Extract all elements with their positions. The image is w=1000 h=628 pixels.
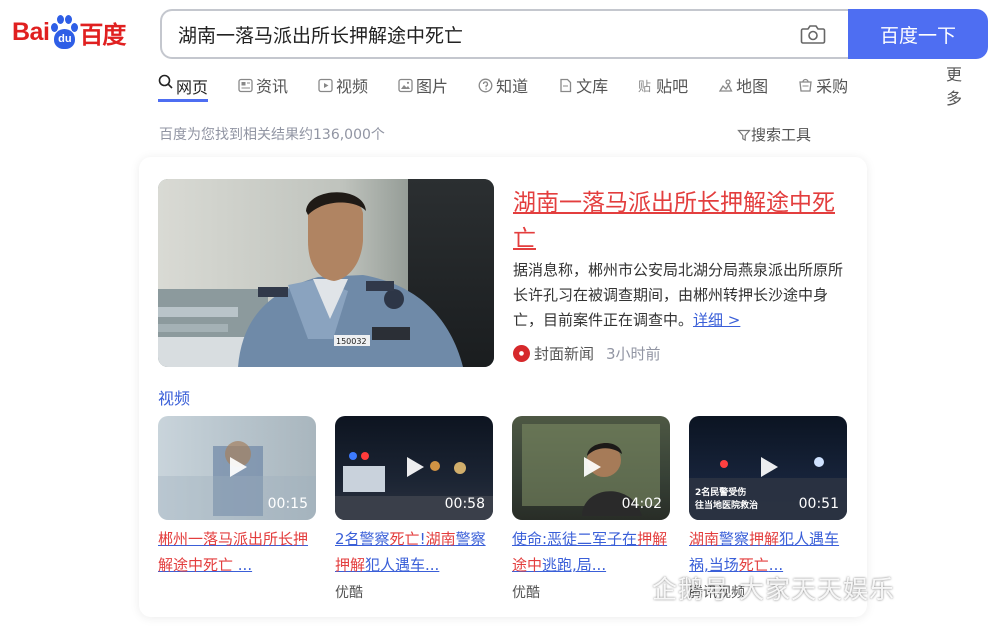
tab-label: 视频 (336, 77, 369, 96)
map-icon (718, 78, 733, 92)
result-count: 百度为您找到相关结果约136,000个 (159, 127, 385, 143)
source-logo-icon: ● (513, 345, 530, 362)
penguin-icon (618, 571, 644, 603)
video-title-link[interactable]: 郴州一落马派出所长押解途中死亡 ... (158, 526, 316, 578)
cart-icon (799, 78, 812, 92)
news-summary-text: 据消息称，郴州市公安局北湖分局燕泉派出所原所长许孔习在被调查期间，由郴州转押长沙… (513, 261, 844, 329)
tab-label: 知道 (496, 77, 529, 96)
video-icon (318, 78, 333, 92)
tab-label: 地图 (736, 77, 769, 96)
video-thumbnail[interactable]: 00:15 (158, 416, 316, 520)
search-icon (158, 74, 173, 89)
tab-image[interactable]: 图片 (398, 72, 448, 98)
news-title-link[interactable]: 湖南一落马派出所长押解途中死亡 (513, 185, 843, 257)
news-more-link[interactable]: 详细 > (693, 311, 740, 329)
svg-text:往当地医院救治: 往当地医院救治 (695, 499, 758, 511)
play-icon (407, 457, 424, 477)
tab-label: 采购 (816, 77, 849, 96)
video-item[interactable]: 00:58 2名警察死亡!湖南警察押解犯人遇车... 优酷 (335, 416, 493, 602)
play-icon (761, 457, 778, 477)
logo-latin-text: Bai (12, 17, 50, 46)
video-thumbnail[interactable]: 2名民警受伤 往当地医院救治 00:51 (689, 416, 847, 520)
video-item[interactable]: 00:15 郴州一落马派出所长押解途中死亡 ... (158, 416, 316, 578)
search-tools-button[interactable]: 搜索工具 (737, 124, 811, 145)
video-thumbnail[interactable]: 04:02 (512, 416, 670, 520)
tab-caigou[interactable]: 采购 (798, 72, 848, 98)
play-icon (584, 457, 601, 477)
video-section-heading[interactable]: 视频 (158, 385, 190, 409)
result-card: 150032 湖南一落马派出所长押解途中死亡 据消息称，郴州市公安局北湖分局燕泉… (139, 157, 867, 617)
video-duration: 00:58 (444, 496, 485, 512)
tab-video[interactable]: 视频 (318, 72, 368, 98)
news-source-name[interactable]: 封面新闻 (534, 343, 594, 364)
tab-tieba[interactable]: 贴 贴吧 (638, 72, 688, 98)
play-icon (230, 457, 247, 477)
tab-news[interactable]: 资讯 (238, 72, 288, 98)
tab-zhidao[interactable]: 知道 (478, 72, 528, 98)
tab-map[interactable]: 地图 (718, 72, 768, 98)
document-icon (560, 78, 572, 92)
svg-text:贴: 贴 (638, 80, 651, 93)
camera-icon[interactable] (800, 23, 826, 45)
tab-label: 网页 (176, 78, 209, 97)
news-image[interactable]: 150032 (158, 179, 494, 367)
svg-text:2名民警受伤: 2名民警受伤 (695, 486, 746, 498)
search-button[interactable]: 百度一下 (848, 9, 988, 59)
badge-number: 150032 (336, 337, 367, 346)
tab-wenku[interactable]: 文库 (558, 72, 608, 98)
tab-web[interactable]: 网页 (158, 72, 209, 102)
news-time: 3小时前 (606, 345, 661, 363)
video-duration: 00:15 (267, 496, 308, 512)
search-box (160, 9, 850, 59)
video-duration: 04:02 (621, 496, 662, 512)
baidu-logo[interactable]: Bai du 百度 (12, 12, 126, 52)
police-officer-photo: 150032 (158, 179, 494, 367)
tab-label: 更多 (946, 65, 963, 108)
tab-label: 图片 (416, 77, 449, 96)
search-input[interactable] (162, 23, 762, 45)
video-source: 优酷 (335, 585, 363, 601)
search-tabs: 网页 资讯 视频 图片 知道 文库 贴 贴吧 地图 采购 更多 (158, 65, 962, 108)
watermark: 企鹅号 大家天天娱乐 (616, 570, 895, 606)
tab-label: 贴吧 (656, 77, 689, 96)
tab-label: 文库 (576, 77, 609, 96)
watermark-text: 企鹅号 大家天天娱乐 (652, 575, 895, 604)
baidu-search-page: Bai du 百度 百度一下 网页 资讯 视频 (0, 0, 1000, 628)
tab-more[interactable]: 更多 (946, 65, 962, 108)
news-summary: 据消息称，郴州市公安局北湖分局燕泉派出所原所长许孔习在被调查期间，由郴州转押长沙… (513, 258, 846, 333)
question-icon (478, 78, 493, 92)
filter-icon (737, 129, 751, 141)
news-icon (238, 78, 253, 92)
video-title-link[interactable]: 2名警察死亡!湖南警察押解犯人遇车... (335, 526, 493, 578)
search-tools-label: 搜索工具 (751, 126, 812, 144)
news-source: ● 封面新闻 3小时前 (513, 343, 661, 364)
logo-cn-text: 百度 (79, 21, 126, 49)
tieba-icon: 贴 (638, 80, 651, 93)
image-icon (398, 78, 413, 92)
tab-label: 资讯 (256, 77, 289, 96)
logo-paw-text: du (54, 29, 76, 49)
video-thumbnail[interactable]: 00:58 (335, 416, 493, 520)
paw-icon: du (50, 14, 79, 50)
video-duration: 00:51 (798, 496, 839, 512)
